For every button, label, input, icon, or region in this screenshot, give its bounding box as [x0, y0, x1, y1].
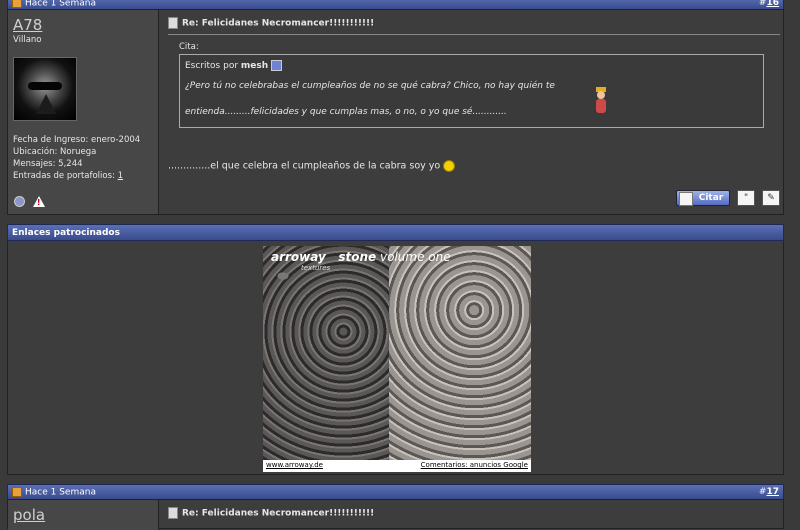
post-number: #16	[758, 0, 779, 8]
quote-button-label: Citar	[698, 193, 724, 203]
ad-image-right	[389, 246, 531, 460]
post-title: Re: Felicidanes Necromancer!!!!!!!!!!!	[168, 17, 374, 29]
user-title: Villano	[13, 35, 42, 45]
post-message-text: ..............el que celebra el cumpleañ…	[168, 160, 441, 172]
post-title-icon-2	[168, 507, 178, 519]
ad-product: stone	[338, 250, 377, 264]
post-date: Hace 1 Semana	[12, 0, 96, 9]
username-link-2[interactable]: pola	[13, 506, 45, 524]
ad-url-link[interactable]: www.arroway.de	[266, 461, 323, 469]
quote-line-1: ¿Pero tú no celebrabas el cumpleaños de …	[185, 81, 555, 91]
avatar-visor	[28, 82, 62, 90]
ad-product-rest: volume one	[376, 250, 451, 264]
post-date-text-2: Hace 1 Semana	[25, 487, 96, 498]
post-message: ..............el que celebra el cumpleañ…	[168, 160, 456, 172]
portfolio-link[interactable]: 1	[118, 171, 123, 181]
post-header-2: Hace 1 Semana #17	[7, 484, 784, 500]
post-title-text: Re: Felicidanes Necromancer!!!!!!!!!!!	[182, 18, 375, 29]
view-post-icon[interactable]	[271, 60, 283, 71]
offline-status-icon	[14, 196, 25, 207]
user-info-column-2: pola	[8, 500, 159, 530]
user-stats: Fecha de Ingreso: enero-2004 Ubicación: …	[13, 134, 140, 182]
user-info-column: A78 Villano Fecha de Ingreso: enero-2004…	[8, 10, 159, 214]
quick-reply-button[interactable]: ✎	[762, 190, 780, 206]
ad-footer: www.arroway.de Comentarios: anuncios Goo…	[263, 460, 531, 472]
ad-feedback-link[interactable]: Comentarios: anuncios Google	[421, 461, 528, 469]
pencil-icon	[679, 192, 694, 206]
post-status-icon	[12, 0, 22, 8]
title-divider	[168, 34, 780, 35]
message-count: Mensajes: 5,244	[13, 159, 83, 169]
quote-line-2: entienda.........felicidades y que cumpl…	[185, 107, 507, 117]
quote-attribution: Escritos por mesh	[185, 60, 758, 71]
avatar-mask	[36, 94, 56, 114]
sponsored-header: Enlaces patrocinados	[7, 224, 784, 241]
post-body-2: pola Re: Felicidanes Necromancer!!!!!!!!…	[7, 499, 784, 530]
ad-image[interactable]: arroway stone volume one textures	[263, 246, 531, 460]
username-link[interactable]: A78	[13, 16, 42, 34]
quote-by-prefix: Escritos por	[185, 61, 241, 71]
join-date: Fecha de Ingreso: enero-2004	[13, 135, 141, 145]
post-title-icon	[168, 17, 178, 29]
clown-smiley-icon	[594, 87, 608, 117]
smile-icon	[443, 160, 456, 172]
ad-banner[interactable]: arroway stone volume one textures www.ar…	[263, 246, 531, 472]
portfolio-entries: Entradas de portafolios: 1	[13, 170, 140, 182]
portfolio-label: Entradas de portafolios:	[13, 171, 118, 181]
quote-author: mesh	[240, 61, 269, 71]
post-title-2: Re: Felicidanes Necromancer!!!!!!!!!!!	[168, 507, 374, 519]
post-title-text-2: Re: Felicidanes Necromancer!!!!!!!!!!!	[182, 508, 375, 519]
post-number-link[interactable]: 16	[766, 0, 779, 8]
post-number-link-2[interactable]: 17	[766, 487, 779, 497]
quote-button[interactable]: Citar	[676, 190, 731, 206]
post-body: A78 Villano Fecha de Ingreso: enero-2004…	[7, 9, 784, 215]
quote-text: ¿Pero tú no celebrabas el cumpleaños de …	[185, 73, 758, 125]
ad-title: arroway stone volume one	[271, 250, 451, 264]
post-number-2: #17	[758, 487, 779, 497]
post-date-text: Hace 1 Semana	[25, 0, 96, 9]
sponsored-body: arroway stone volume one textures www.ar…	[7, 241, 784, 475]
ad-brand: arroway	[271, 250, 326, 264]
post-content: Re: Felicidanes Necromancer!!!!!!!!!!! C…	[163, 10, 783, 214]
location: Ubicación: Noruega	[13, 147, 97, 157]
quote-label: Cita:	[179, 42, 199, 52]
post-buttons: Citar " ✎	[676, 190, 780, 206]
post-date-2: Hace 1 Semana	[12, 487, 96, 498]
post-status-icon-2	[12, 487, 22, 497]
ad-brand-sub: textures	[301, 264, 331, 272]
multiquote-button[interactable]: "	[737, 190, 756, 206]
report-post-icon[interactable]: !	[32, 196, 45, 207]
avatar	[13, 57, 77, 121]
status-icons: !	[14, 196, 45, 207]
quote-box: Escritos por mesh ¿Pero tú no celebrabas…	[179, 54, 764, 128]
